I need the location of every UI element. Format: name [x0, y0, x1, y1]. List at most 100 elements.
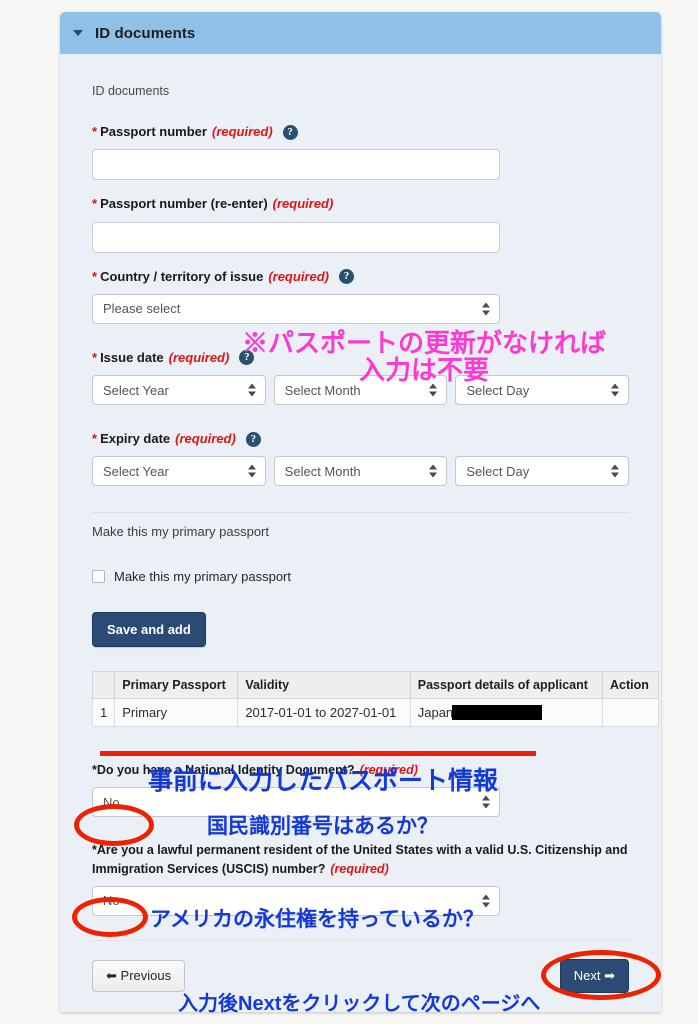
field-country-of-issue: * Country / territory of issue (required… [92, 269, 629, 324]
required-asterisk: * [92, 124, 98, 139]
arrow-left-icon: ⬅ [106, 967, 117, 983]
next-button[interactable]: Next ➡ [559, 958, 629, 993]
required-text: (required) [168, 349, 230, 365]
page-root: ID documents ID documents * Passport num… [0, 0, 698, 1024]
save-and-add-button[interactable]: Save and add [92, 612, 206, 648]
row-validity: 2017-01-01 to 2027-01-01 [237, 698, 411, 728]
passport-table-wrapper: Primary Passport Validity Passport detai… [91, 671, 659, 728]
uscis-permanent-resident-label: *Are you a lawful permanent resident of … [92, 841, 629, 877]
help-icon[interactable]: ? [245, 431, 261, 447]
expiry-date-day-value: Select Day [466, 463, 530, 479]
select-arrows-icon [482, 301, 491, 316]
issue-date-year-value: Select Year [103, 382, 169, 398]
issue-date-label-text: Issue date [100, 349, 164, 365]
help-icon[interactable]: ? [282, 124, 298, 140]
issue-date-month-value: Select Month [284, 382, 361, 398]
primary-passport-checkbox-label: Make this my primary passport [114, 569, 291, 585]
select-arrows-icon [429, 464, 438, 479]
national-identity-document-label: *Do you have a National Identity Documen… [92, 761, 629, 779]
help-icon[interactable]: ? [338, 269, 354, 285]
help-icon[interactable]: ? [239, 350, 255, 366]
country-of-issue-label-text: Country / territory of issue [100, 268, 264, 284]
required-asterisk: * [92, 268, 98, 284]
national-identity-document-select[interactable]: No [92, 787, 500, 818]
expiry-date-month-select[interactable]: Select Month [273, 456, 448, 487]
expiry-date-year-select[interactable]: Select Year [92, 456, 266, 487]
table-header-validity: Validity [237, 671, 411, 700]
table-header-index [91, 671, 116, 700]
issue-date-row: Select Year Select Month Select Day [92, 375, 630, 405]
country-of-issue-value: Please select [103, 301, 181, 317]
passport-number-reenter-label-text: Passport number (re-enter) [100, 196, 268, 212]
field-national-identity-document: *Do you have a National Identity Documen… [92, 761, 629, 818]
row-details: Japan [409, 698, 604, 728]
table-header-row: Primary Passport Validity Passport detai… [91, 671, 659, 700]
row-action [602, 698, 659, 728]
row-details-text: Japan [417, 705, 454, 721]
select-arrows-icon [482, 795, 491, 810]
table-row: 1 Primary 2017-01-01 to 2027-01-01 Japan [91, 698, 659, 728]
passport-number-input[interactable] [92, 149, 500, 181]
table-head: Primary Passport Validity Passport detai… [91, 671, 659, 700]
primary-passport-heading: Make this my primary passport [92, 524, 269, 540]
id-documents-panel: ID documents ID documents * Passport num… [60, 12, 661, 1012]
passport-number-reenter-label: * Passport number (re-enter) (required) [92, 196, 629, 212]
required-text: (required) [330, 861, 389, 876]
select-arrows-icon [482, 893, 491, 908]
expiry-date-day-select[interactable]: Select Day [455, 456, 630, 487]
required-text: (required) [211, 124, 273, 139]
required-text: (required) [272, 196, 334, 212]
required-asterisk: * [92, 196, 98, 212]
field-expiry-date: * Expiry date (required) ? Select Year S… [92, 431, 630, 487]
primary-passport-checkbox[interactable] [92, 570, 105, 584]
table-header-primary-passport: Primary Passport [114, 671, 239, 700]
required-asterisk: * [92, 349, 98, 365]
issue-date-year-select[interactable]: Select Year [92, 375, 266, 405]
field-passport-number-reenter: * Passport number (re-enter) (required) [92, 196, 629, 253]
select-arrows-icon [247, 383, 257, 398]
row-primary-passport: Primary [114, 698, 239, 728]
select-arrows-icon [611, 464, 620, 479]
passport-number-reenter-input[interactable] [92, 221, 500, 253]
field-uscis-permanent-resident: *Are you a lawful permanent resident of … [92, 841, 629, 916]
primary-passport-checkbox-row[interactable]: Make this my primary passport [92, 569, 629, 584]
uscis-permanent-resident-value: No [103, 893, 120, 909]
previous-button[interactable]: ⬅ Previous [92, 959, 186, 992]
expiry-date-month-value: Select Month [284, 463, 361, 479]
select-arrows-icon [429, 383, 438, 398]
required-text: (required) [175, 431, 236, 446]
uscis-permanent-resident-select[interactable]: No [92, 885, 500, 916]
select-arrows-icon [611, 383, 620, 398]
divider [92, 512, 629, 514]
panel-title: ID documents [95, 24, 196, 42]
national-identity-document-label-text: Do you have a National Identity Document… [96, 763, 355, 778]
next-button-label: Next [573, 967, 601, 983]
panel-header[interactable]: ID documents [60, 12, 661, 54]
expiry-date-label-text: Expiry date [100, 431, 171, 446]
field-passport-number: * Passport number (required) ? [92, 124, 629, 181]
expiry-date-row: Select Year Select Month Select Day [92, 456, 630, 487]
national-identity-document-value: No [103, 794, 120, 810]
passport-number-label-text: Passport number [100, 124, 207, 139]
field-issue-date: * Issue date (required) ? Select Year Se… [92, 350, 630, 405]
redaction-bar [452, 705, 543, 721]
country-of-issue-select[interactable]: Please select [92, 293, 500, 324]
chevron-down-icon[interactable] [73, 30, 83, 36]
required-asterisk: * [92, 431, 98, 446]
required-text: (required) [359, 763, 418, 778]
issue-date-month-select[interactable]: Select Month [273, 375, 448, 405]
table-header-action: Action [602, 671, 659, 700]
expiry-date-label: * Expiry date (required) ? [92, 431, 629, 447]
passport-number-label: * Passport number (required) ? [92, 124, 629, 140]
expiry-date-year-value: Select Year [103, 463, 169, 479]
select-arrows-icon [247, 464, 257, 479]
issue-date-day-value: Select Day [466, 382, 530, 398]
country-of-issue-label: * Country / territory of issue (required… [92, 269, 629, 285]
table-header-details: Passport details of applicant [409, 671, 604, 700]
issue-date-label: * Issue date (required) ? [92, 350, 629, 366]
passport-table: Primary Passport Validity Passport detai… [91, 671, 659, 728]
issue-date-day-select[interactable]: Select Day [455, 375, 630, 405]
section-label: ID documents [92, 84, 170, 98]
row-index: 1 [91, 698, 116, 728]
table-body: 1 Primary 2017-01-01 to 2027-01-01 Japan [91, 698, 659, 728]
